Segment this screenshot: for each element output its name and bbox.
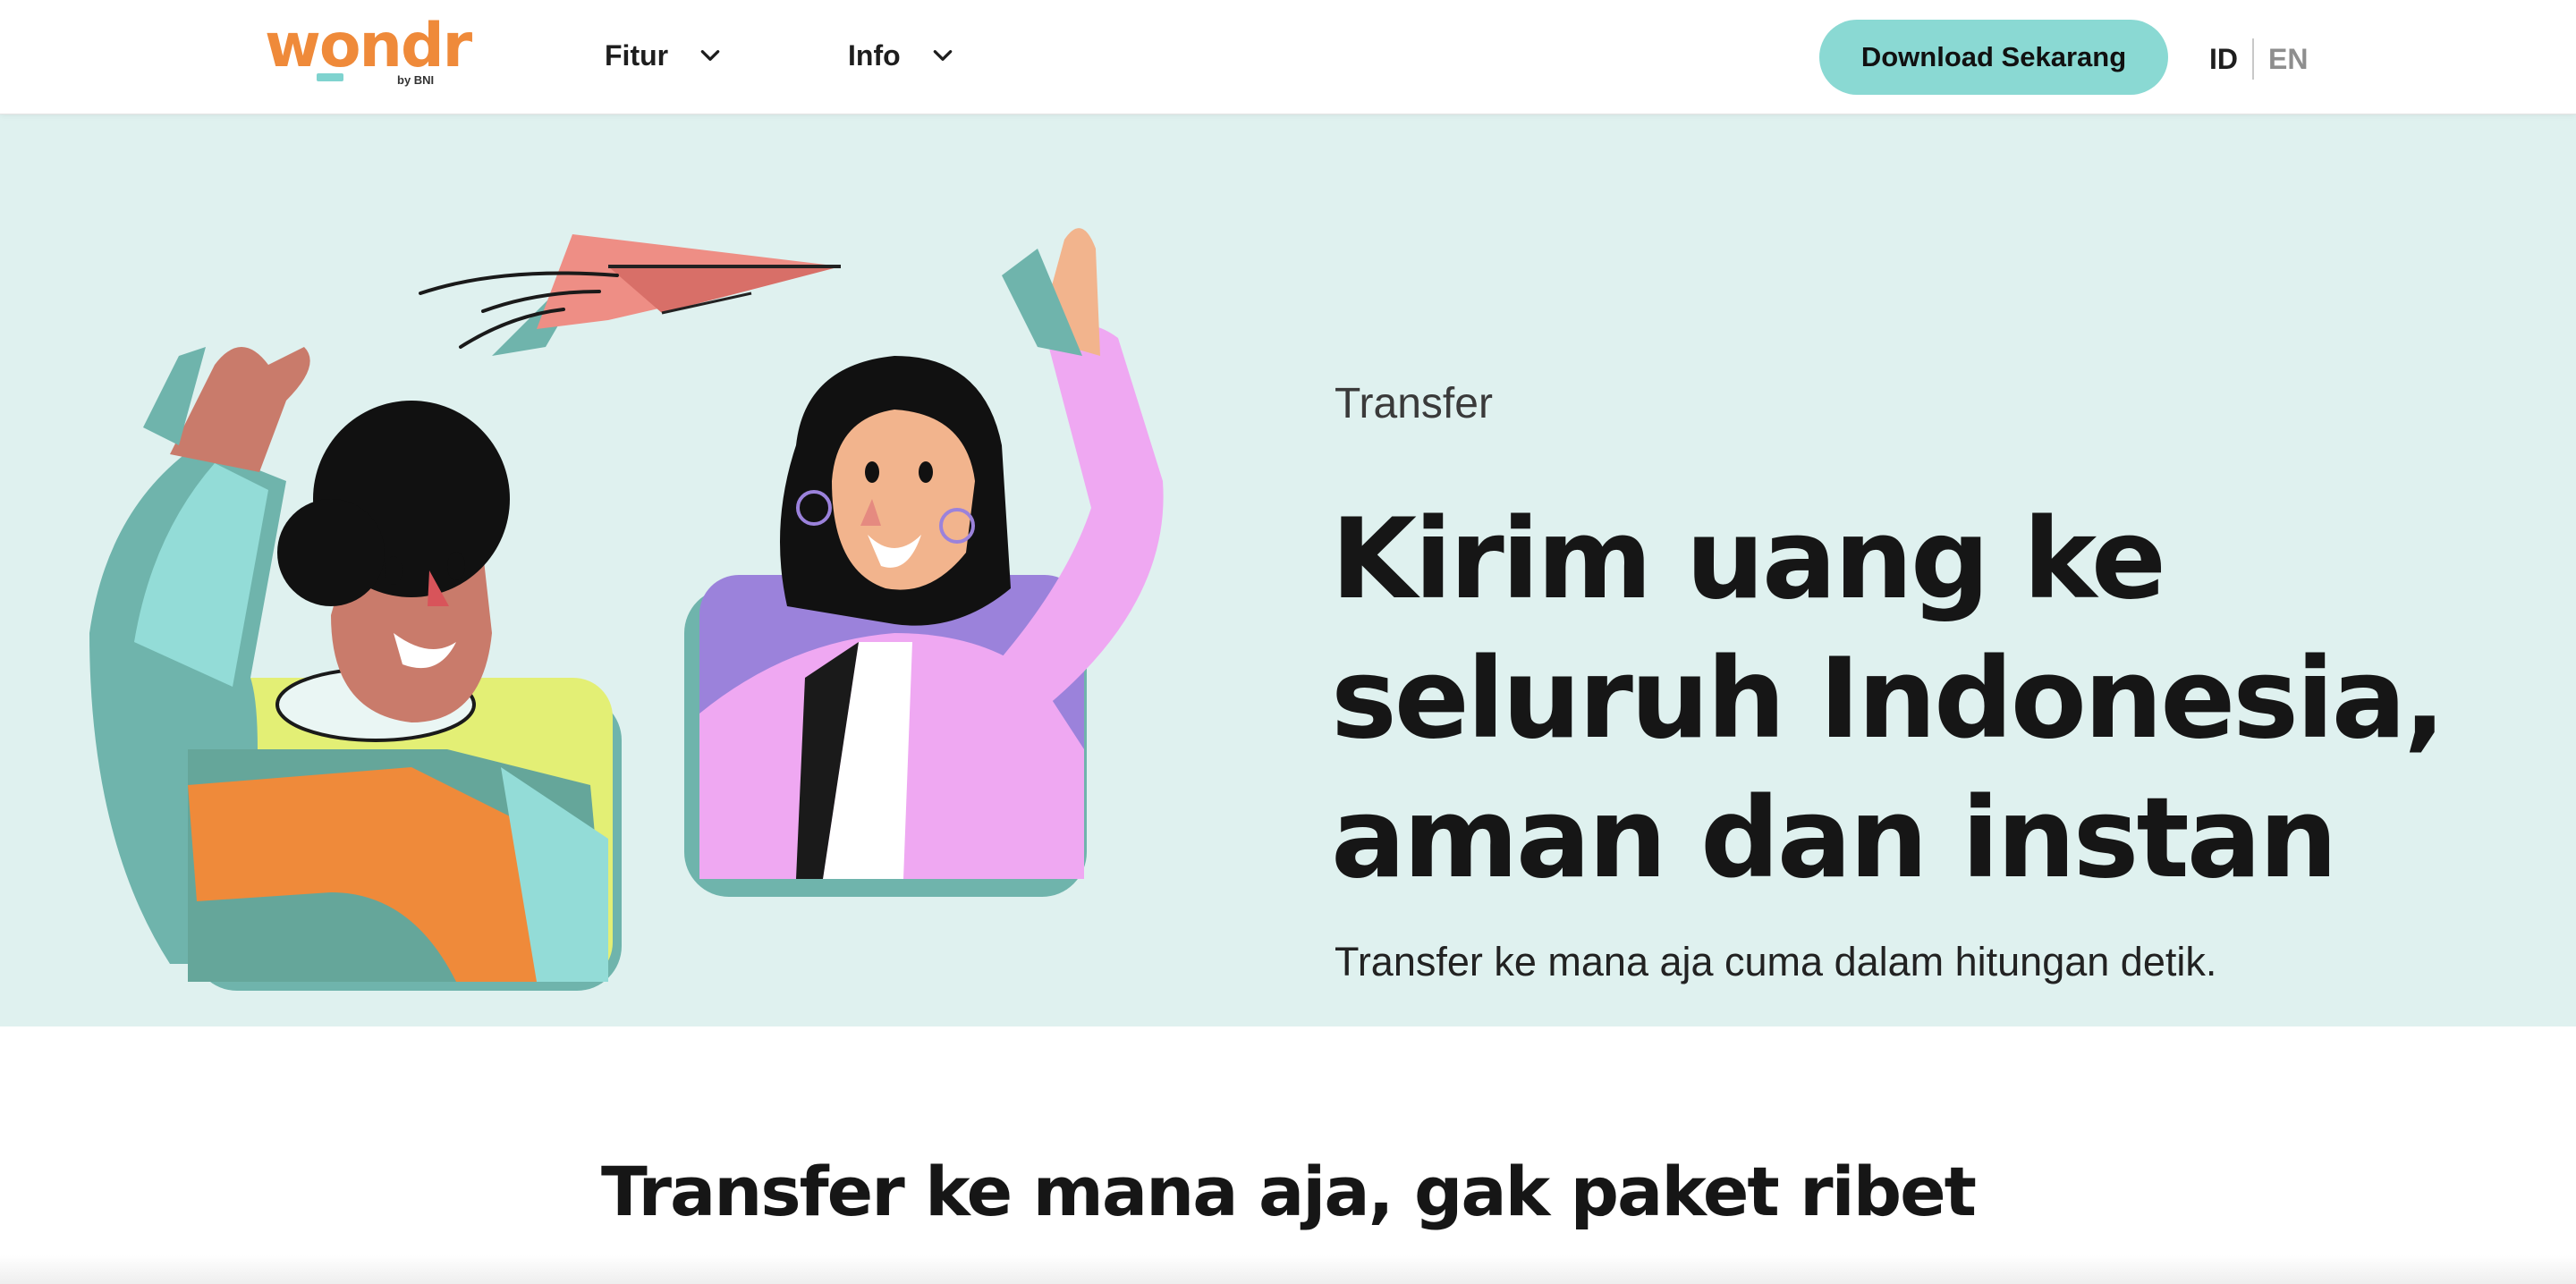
nav-fitur-label: Fitur: [605, 38, 669, 72]
lang-en-link[interactable]: EN: [2268, 43, 2308, 76]
woman-waving-illustration: [684, 228, 1164, 897]
lang-divider: [2252, 38, 2254, 80]
site-header: wondr by BNI Fitur Info Download Sekaran…: [0, 0, 2576, 114]
hero-subline: Transfer ke mana aja cuma dalam hitungan…: [1335, 939, 2217, 984]
language-switcher: ID EN: [2209, 38, 2308, 80]
section-title: Transfer ke mana aja, gak paket ribet: [601, 1152, 1977, 1231]
nav-info-label: Info: [848, 38, 901, 72]
lang-id-link[interactable]: ID: [2209, 43, 2238, 76]
nav-info[interactable]: Info: [848, 34, 954, 77]
hero-illustration: [89, 228, 1164, 991]
chevron-down-icon: [700, 50, 720, 61]
logo-accent-bar: [317, 73, 343, 81]
logo-wordmark: wondr: [265, 11, 472, 81]
hero-headline: Kirim uang ke seluruh Indonesia, aman da…: [1331, 495, 2445, 903]
man-waving-illustration: [89, 347, 622, 991]
hero-section: Transfer Kirim uang ke seluruh Indonesia…: [0, 114, 2576, 1026]
logo-byline: by BNI: [397, 73, 435, 87]
chevron-down-icon: [933, 50, 952, 61]
nav-fitur[interactable]: Fitur: [605, 34, 722, 77]
section-card-edge: [0, 1255, 2576, 1284]
download-button[interactable]: Download Sekarang: [1819, 20, 2168, 95]
wondr-logo[interactable]: wondr by BNI: [265, 16, 472, 89]
hero-eyebrow: Transfer: [1335, 380, 1493, 427]
